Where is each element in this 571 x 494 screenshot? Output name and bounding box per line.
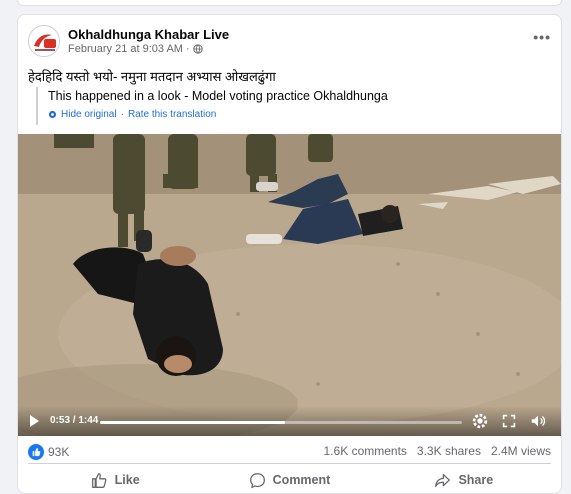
reaction-count: 93K	[48, 445, 70, 459]
views-count: 2.4M views	[490, 444, 551, 458]
video-player[interactable]: 0:53 / 1:44	[18, 134, 561, 436]
post-actions: Like Comment Share	[28, 466, 551, 494]
share-button[interactable]: Share	[377, 466, 551, 494]
links-separator: ·	[120, 109, 124, 120]
video-frame	[18, 134, 561, 436]
hide-original-link[interactable]: Hide original	[61, 109, 117, 120]
rate-translation-link[interactable]: Rate this translation	[128, 109, 216, 120]
volume-icon[interactable]	[529, 412, 547, 430]
action-divider	[28, 463, 551, 464]
page-name[interactable]: Okhaldhunga Khabar Live	[68, 27, 229, 42]
comments-count[interactable]: 1.6K comments	[324, 444, 407, 458]
post-stats: 93K 1.6K comments 3.3K shares 2.4M views	[28, 444, 551, 462]
comment-button[interactable]: Comment	[202, 466, 376, 494]
translated-text: This happened in a look - Model voting p…	[48, 89, 388, 103]
meta-separator: ·	[185, 43, 190, 55]
progress-bar[interactable]	[100, 421, 462, 424]
video-time: 0:53 / 1:44	[50, 415, 99, 426]
translate-gear-icon	[48, 110, 57, 119]
reactions-summary[interactable]: 93K	[28, 444, 69, 460]
more-options-icon[interactable]: •••	[533, 29, 551, 45]
share-label: Share	[458, 473, 494, 487]
like-label: Like	[114, 473, 140, 487]
post-date[interactable]: February 21 at 9:03 AM	[68, 43, 183, 55]
comment-label: Comment	[272, 473, 331, 487]
engagement-counts: 1.6K comments 3.3K shares 2.4M views	[324, 444, 551, 458]
page-avatar[interactable]	[28, 25, 60, 57]
news-logo-icon	[30, 27, 59, 56]
video-controls: 0:53 / 1:44	[18, 406, 561, 436]
play-icon[interactable]	[30, 415, 39, 427]
post-card: Okhaldhunga Khabar Live February 21 at 9…	[17, 14, 562, 494]
fullscreen-icon[interactable]	[500, 412, 518, 430]
thumbs-up-icon	[91, 472, 107, 488]
settings-gear-icon[interactable]	[471, 412, 489, 430]
post-header: Okhaldhunga Khabar Live February 21 at 9…	[28, 25, 551, 57]
translation-links: Hide original · Rate this translation	[48, 109, 426, 120]
previous-post-edge	[0, 0, 571, 14]
like-reaction-icon	[28, 444, 44, 460]
comment-icon	[249, 472, 265, 488]
globe-icon	[192, 44, 203, 54]
post-caption: हेदहिदि यस्तो भयो- नमुना मतदान अभ्यास ओख…	[28, 69, 276, 84]
progress-fill	[100, 421, 285, 424]
share-icon	[435, 473, 451, 487]
shares-count[interactable]: 3.3K shares	[417, 444, 481, 458]
post-meta: February 21 at 9:03 AM ·	[68, 43, 203, 55]
like-button[interactable]: Like	[28, 466, 202, 494]
translation-box: This happened in a look - Model voting p…	[36, 87, 426, 125]
